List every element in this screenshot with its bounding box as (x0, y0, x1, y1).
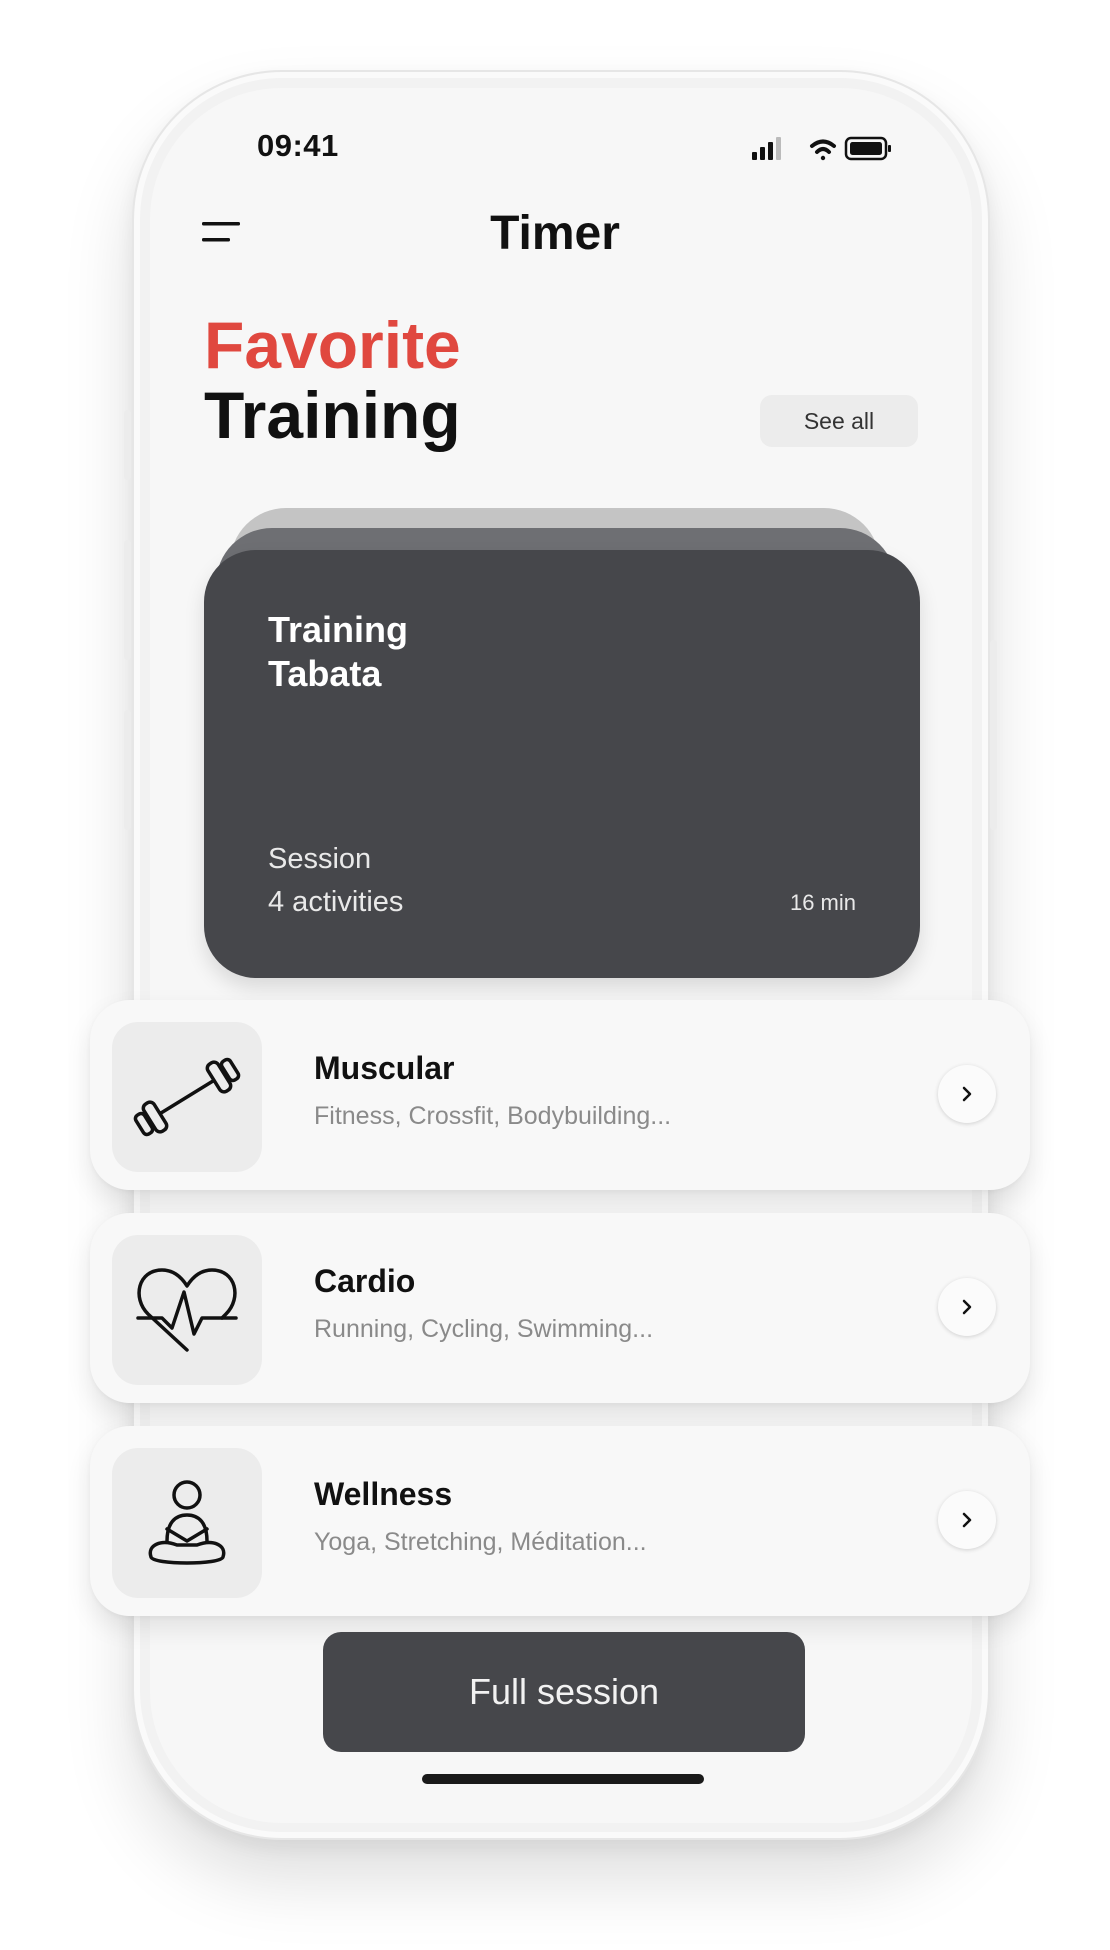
category-subtitle: Yoga, Stretching, Méditation... (314, 1528, 647, 1556)
see-all-button[interactable]: See all (760, 395, 918, 447)
category-icon-box (112, 1448, 262, 1598)
featured-card-title-line1: Training (268, 609, 409, 650)
phone-side-button-right (990, 640, 997, 830)
category-subtitle: Running, Cycling, Swimming... (314, 1315, 654, 1343)
page-title: Timer (490, 207, 620, 260)
featured-card-duration: 16 min (789, 890, 856, 915)
section-title-favorite: Favorite (204, 308, 461, 382)
heart-pulse-icon (136, 1268, 238, 1352)
section-title-training: Training (204, 378, 461, 452)
featured-training-card[interactable]: Training Tabata Session 4 activities 16 … (204, 550, 920, 978)
chevron-right-icon[interactable] (938, 1065, 996, 1123)
category-card-wellness[interactable]: Wellness Yoga, Stretching, Méditation... (90, 1426, 1030, 1616)
category-card-muscular[interactable]: Muscular Fitness, Crossfit, Bodybuilding… (90, 1000, 1030, 1190)
category-title: Muscular (314, 1050, 455, 1086)
phone-side-button-left-2 (124, 540, 131, 660)
category-subtitle: Fitness, Crossfit, Bodybuilding... (314, 1102, 672, 1130)
category-icon-box (112, 1235, 262, 1385)
featured-card-subtitle: Session 4 activities (268, 838, 403, 924)
chevron-right-icon[interactable] (938, 1491, 996, 1549)
featured-card-title-line2: Tabata (268, 653, 382, 694)
battery-icon (844, 136, 891, 161)
meditation-icon (148, 1480, 226, 1565)
category-icon-box (112, 1022, 262, 1172)
category-card-cardio[interactable]: Cardio Running, Cycling, Swimming... (90, 1213, 1030, 1403)
status-icons (752, 134, 902, 169)
home-indicator (422, 1774, 704, 1784)
category-title: Cardio (314, 1263, 416, 1299)
category-title: Wellness (314, 1476, 453, 1512)
featured-card-activities-count: 4 activities (268, 886, 404, 918)
phone-side-button-left-1 (124, 410, 131, 480)
status-time: 09:41 (257, 128, 339, 163)
wifi-icon (810, 139, 836, 161)
featured-card-session-label: Session (268, 843, 372, 875)
chevron-right-icon[interactable] (938, 1278, 996, 1336)
signal-icon (752, 137, 781, 160)
featured-card-title: Training Tabata (268, 608, 408, 696)
dumbbell-icon (133, 1057, 241, 1137)
full-session-button[interactable]: Full session (323, 1632, 805, 1752)
phone-side-button-left-3 (124, 710, 131, 830)
